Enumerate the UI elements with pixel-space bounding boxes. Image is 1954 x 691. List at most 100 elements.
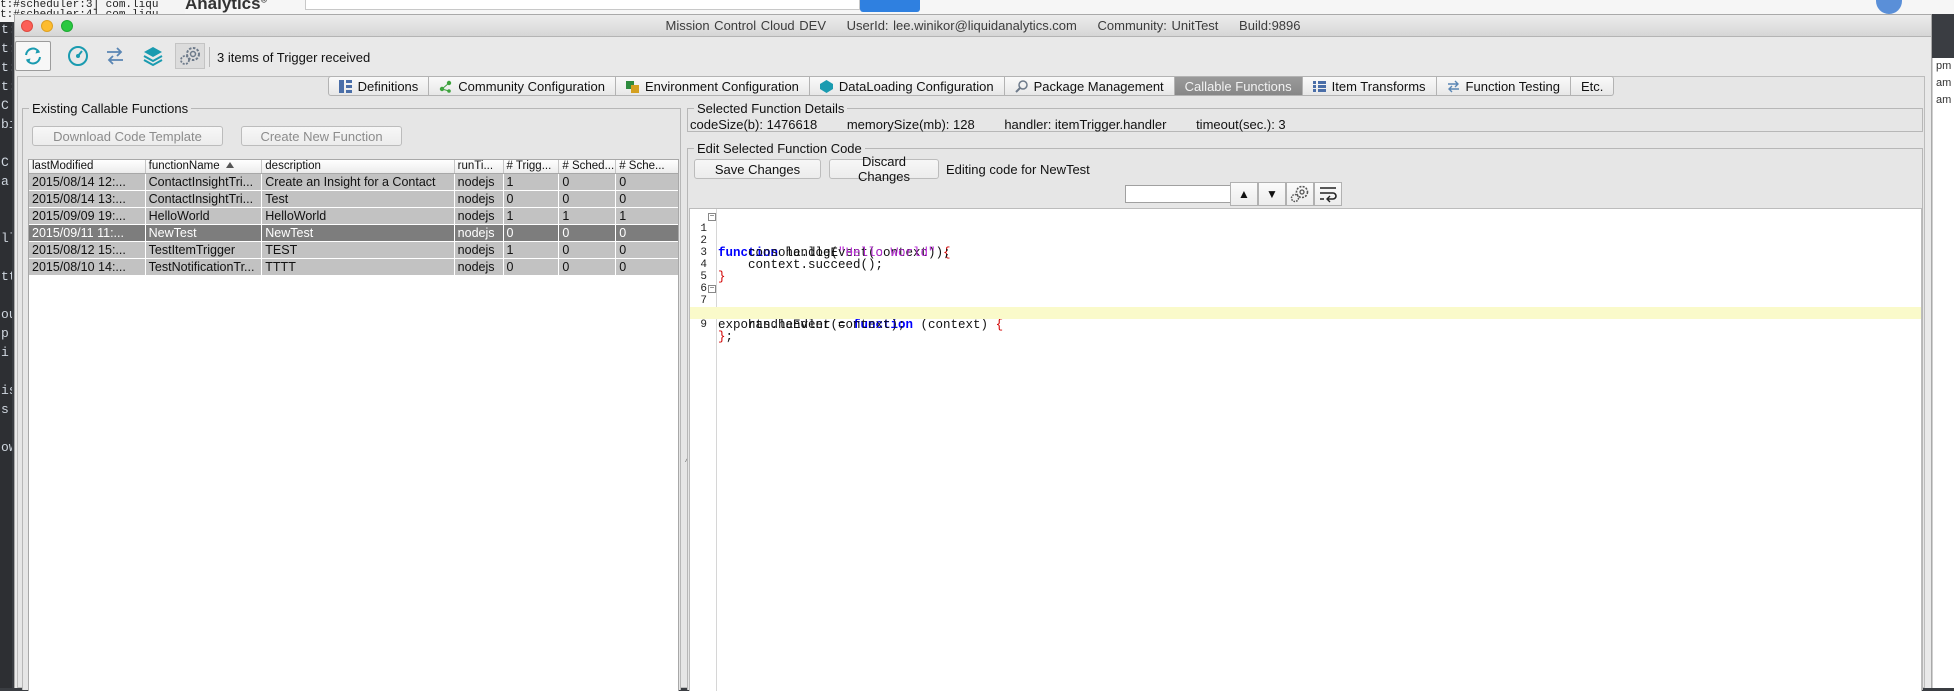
tab-item-transforms[interactable]: Item Transforms bbox=[1302, 76, 1437, 96]
column-header-runtime[interactable]: runTi... bbox=[455, 160, 504, 173]
column-header-schedules[interactable]: # Sche... bbox=[616, 160, 678, 173]
code-line[interactable]: 1 − function handleEvent(context) { bbox=[690, 211, 1921, 260]
column-header-description[interactable]: description bbox=[262, 160, 455, 173]
terminal-fragment bbox=[0, 364, 12, 383]
selected-function-details-panel: Selected Function Details codeSize(b): 1… bbox=[687, 101, 1923, 132]
column-header-triggers[interactable]: # Trigg... bbox=[504, 160, 560, 173]
swap-arrows-icon bbox=[107, 47, 123, 65]
code-line[interactable]: 4 } bbox=[690, 247, 1921, 283]
edit-function-code-panel: Edit Selected Function Code Save Changes… bbox=[687, 141, 1923, 691]
table-row[interactable]: 2015/09/09 19:... HelloWorld HelloWorld … bbox=[29, 208, 678, 225]
table-row-selected[interactable]: 2015/09/11 11:... NewTest NewTest nodejs… bbox=[29, 225, 678, 242]
tab-environment-configuration[interactable]: Environment Configuration bbox=[615, 76, 810, 96]
code-line[interactable]: 2 console.log("Hello World"); bbox=[690, 223, 1921, 259]
cell-triggers: 1 bbox=[504, 242, 560, 258]
table-row[interactable]: 2015/08/12 15:... TestItemTrigger TEST n… bbox=[29, 242, 678, 259]
tab-community-configuration[interactable]: Community Configuration bbox=[429, 76, 616, 96]
tab-label: Function Testing bbox=[1465, 78, 1560, 94]
code-line[interactable]: 7 − exports.handler = function (context)… bbox=[690, 283, 1921, 332]
cell-runtime: nodejs bbox=[455, 208, 504, 224]
wrench-icon bbox=[1014, 79, 1028, 93]
column-header-functionname[interactable]: functionName bbox=[146, 160, 263, 173]
cell-runtime: nodejs bbox=[455, 259, 504, 275]
mission-control-window: Mission Control Cloud DEV UserId: lee.wi… bbox=[14, 14, 1932, 691]
find-previous-button[interactable]: ▲ bbox=[1230, 182, 1258, 206]
cell-triggers: 0 bbox=[504, 225, 560, 241]
background-text: am bbox=[1936, 77, 1952, 89]
tab-label: DataLoading Configuration bbox=[838, 78, 994, 94]
settings-button[interactable] bbox=[175, 43, 205, 69]
table-row[interactable]: 2015/08/14 13:... ContactInsightTri... T… bbox=[29, 191, 678, 208]
build-label: Build:9896 bbox=[1239, 18, 1301, 33]
fold-collapse-icon[interactable]: − bbox=[708, 213, 716, 221]
panel-title: Selected Function Details bbox=[694, 101, 848, 116]
table-header: lastModified functionName description ru… bbox=[29, 160, 678, 174]
save-changes-button[interactable]: Save Changes bbox=[694, 159, 821, 179]
cell-description[interactable]: NewTest bbox=[262, 225, 455, 241]
background-search-button[interactable] bbox=[860, 0, 920, 12]
create-new-function-button[interactable]: Create New Function bbox=[241, 126, 402, 146]
gears-icon bbox=[1290, 185, 1309, 203]
tab-definitions[interactable]: Definitions bbox=[327, 76, 430, 96]
cell-lastmodified: 2015/09/11 11:... bbox=[29, 225, 146, 241]
column-header-scheduled[interactable]: # Sched... bbox=[559, 160, 617, 173]
download-code-template-button[interactable]: Download Code Template bbox=[32, 126, 223, 146]
code-line[interactable]: 6 bbox=[690, 271, 1921, 295]
main-tab-panel: Definitions Community Configuration Envi… bbox=[17, 76, 1925, 691]
layers-button[interactable] bbox=[139, 43, 167, 69]
memory-size-value: memorySize(mb): 128 bbox=[846, 117, 975, 132]
cell-lastmodified: 2015/08/10 14:... bbox=[29, 259, 146, 275]
transfer-button[interactable] bbox=[101, 43, 129, 69]
code-line-current[interactable]: 9 }; bbox=[690, 307, 1921, 343]
toolbar-divider bbox=[209, 47, 210, 67]
community-label: Community: UnitTest bbox=[1097, 18, 1219, 33]
terminal-fragment bbox=[0, 136, 12, 155]
cell-scheduled: 0 bbox=[559, 225, 617, 241]
tab-callable-functions[interactable]: Callable Functions bbox=[1174, 76, 1303, 96]
word-wrap-toggle-button[interactable] bbox=[1314, 182, 1342, 206]
cell-description: Create an Insight for a Contact bbox=[262, 174, 455, 190]
cell-triggers: 1 bbox=[504, 208, 560, 224]
table-row[interactable]: 2015/08/10 14:... TestNotificationTr... … bbox=[29, 259, 678, 276]
code-editor[interactable]: 1 − function handleEvent(context) { 2 co… bbox=[689, 208, 1922, 691]
terminal-fragment: p bbox=[1, 326, 9, 341]
terminal-fragment: C bbox=[1, 98, 9, 113]
background-search-box[interactable] bbox=[305, 0, 860, 10]
terminal-fragment: ow bbox=[1, 440, 12, 455]
cell-scheduled: 0 bbox=[559, 174, 617, 190]
code-line[interactable]: 3 context.succeed(); bbox=[690, 235, 1921, 271]
sort-ascending-icon bbox=[225, 162, 234, 168]
title-bar[interactable]: Mission Control Cloud DEV UserId: lee.wi… bbox=[15, 15, 1931, 37]
cell-schedules: 0 bbox=[619, 192, 627, 206]
cell-triggers: 1 bbox=[504, 174, 560, 190]
cell-lastmodified: 2015/08/14 12:... bbox=[29, 174, 146, 190]
refresh-button[interactable] bbox=[15, 41, 51, 71]
cell-runtime: nodejs bbox=[455, 174, 504, 190]
terminal-fragment: C bbox=[1, 155, 9, 170]
discard-changes-button[interactable]: Discard Changes bbox=[829, 154, 939, 184]
terminal-fragment: ou bbox=[1, 307, 12, 322]
cell-lastmodified: 2015/08/12 15:... bbox=[29, 242, 146, 258]
tab-dataloading-configuration[interactable]: DataLoading Configuration bbox=[809, 76, 1005, 96]
column-header-lastmodified[interactable]: lastModified bbox=[29, 160, 146, 173]
cell-description: Test bbox=[262, 191, 455, 207]
refresh-icon bbox=[25, 47, 41, 65]
table-row[interactable]: 2015/08/14 12:... ContactInsightTri... C… bbox=[29, 174, 678, 191]
table-body: 2015/08/14 12:... ContactInsightTri... C… bbox=[29, 174, 678, 276]
terminal-fragment: a bbox=[1, 174, 9, 189]
find-options-button[interactable] bbox=[1286, 182, 1314, 206]
code-line[interactable]: 5 bbox=[690, 259, 1921, 283]
tab-etc[interactable]: Etc. bbox=[1570, 76, 1615, 96]
avatar[interactable] bbox=[1876, 0, 1902, 14]
tab-function-testing[interactable]: Function Testing bbox=[1436, 76, 1571, 96]
find-next-button[interactable]: ▼ bbox=[1258, 182, 1286, 206]
dashboard-button[interactable] bbox=[64, 43, 92, 69]
fold-collapse-icon[interactable]: − bbox=[708, 285, 716, 293]
toolbar: 3 items of Trigger received bbox=[15, 38, 1931, 72]
tab-label: Item Transforms bbox=[1331, 78, 1426, 94]
cube-stack-icon bbox=[625, 80, 639, 93]
tab-package-management[interactable]: Package Management bbox=[1004, 76, 1175, 96]
timeout-value: timeout(sec.): 3 bbox=[1196, 117, 1286, 132]
terminal-fragment bbox=[0, 421, 12, 440]
code-line[interactable]: 8 handleEvent(context); bbox=[690, 295, 1921, 331]
